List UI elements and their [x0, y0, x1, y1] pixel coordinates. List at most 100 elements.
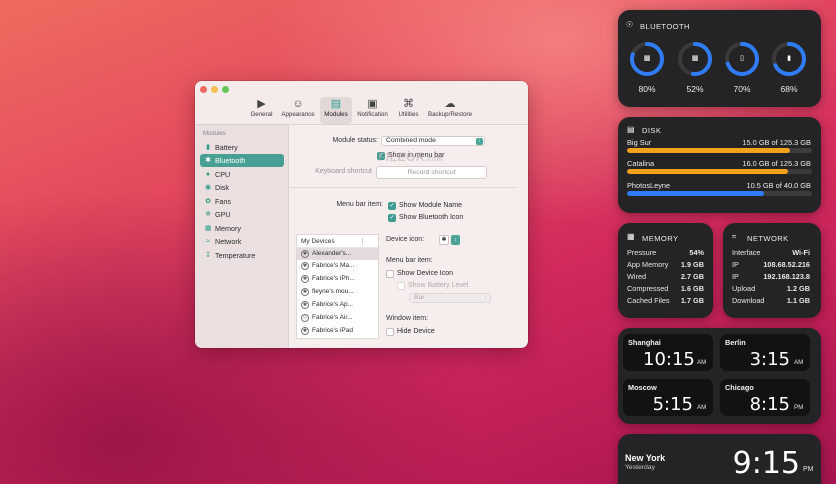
wifi-icon: ≈: [206, 238, 210, 245]
device-row[interactable]: ✱ Alexander's...: [297, 248, 378, 260]
clock-city: Berlin: [725, 338, 746, 347]
widget-title: DISK: [642, 126, 662, 135]
tab-notification[interactable]: ▣ Notification: [354, 97, 391, 124]
network-widget: ≈ NETWORK Interface Wi-Fi IP 108.68.52.2…: [723, 223, 821, 318]
module-settings: Module status: Combined mode ↕ ✓ Show in …: [290, 125, 528, 348]
menu-bar-item-label: Menu bar item:: [336, 201, 383, 208]
show-battery-level-checkbox[interactable]: Show Battery Level: [397, 281, 468, 291]
cloud-icon: ☁: [444, 98, 456, 110]
sidebar-item-network[interactable]: ≈ Network: [200, 235, 284, 248]
battery-percent: 80%: [638, 84, 656, 94]
network-value: 1.1 GB: [786, 296, 810, 305]
wifi-icon: ≈: [732, 232, 737, 241]
preferences-window: ▶ General ☺ Appearance ▤ Modules ▣ Notif…: [195, 81, 528, 348]
disk-usage: 10.5 GB of 40.0 GB: [746, 181, 811, 190]
device-icon-label: Device icon:: [386, 236, 425, 243]
sidebar-item-cpu[interactable]: ● CPU: [200, 168, 284, 181]
widget-title: BLUETOOTH: [640, 22, 690, 31]
disk-widget: ▤ DISK Big Sur 15.0 GB of 125.3 GB Catal…: [618, 117, 821, 213]
bluetooth-icon: ✱: [301, 275, 309, 283]
clock-city: Moscow: [628, 383, 657, 392]
disk-usage-bar: [627, 148, 812, 153]
show-device-icon-checkbox[interactable]: Show Device Icon: [386, 269, 453, 279]
device-row[interactable]: ✱ Fabrice's Ma...: [297, 260, 378, 272]
network-key: IP: [732, 272, 739, 281]
module-status-label: Module status:: [332, 137, 378, 144]
clock-cell: Moscow 5:15 AM: [623, 379, 713, 416]
tablet-icon: ▮: [787, 55, 791, 62]
sidebar-item-gpu[interactable]: ❄ GPU: [200, 208, 284, 221]
tab-general[interactable]: ▶ General: [248, 97, 275, 124]
keyboard-icon: ▩: [643, 55, 651, 62]
notification-icon: ▣: [367, 98, 378, 110]
sidebar-item-bluetooth[interactable]: ✱ Bluetooth: [200, 154, 284, 167]
clock-time: 10:15: [643, 349, 695, 370]
sidebar-item-fans[interactable]: ✿ Fans: [200, 195, 284, 208]
clock-ampm: AM: [697, 404, 707, 411]
device-row[interactable]: ✱ Fabrice's iPh...: [297, 273, 378, 285]
tab-modules[interactable]: ▤ Modules: [320, 97, 352, 124]
clock-ampm: PM: [794, 404, 804, 411]
bluetooth-widget: ☉ BLUETOOTH ▩ ▩ ▯ ▮ 80% 52% 70% 68%: [618, 10, 821, 107]
modules-icon: ▤: [330, 98, 342, 110]
bluetooth-icon: ✱: [205, 157, 211, 164]
titlebar: ▶ General ☺ Appearance ▤ Modules ▣ Notif…: [195, 81, 528, 125]
sidebar-item-disk[interactable]: ◉ Disk: [200, 181, 284, 194]
checkmark-icon: ✓: [388, 214, 396, 222]
keyboard-icon: ▩: [691, 55, 699, 62]
clock-cell: Shanghai 10:15 AM: [623, 334, 713, 371]
tab-utilities[interactable]: ⌘ Utilities: [395, 97, 422, 124]
sidebar-item-battery[interactable]: ▮ Battery: [200, 141, 284, 154]
tab-backup-restore[interactable]: ☁ Backup/Restore: [425, 97, 475, 124]
network-key: IP: [732, 260, 739, 269]
memory-value: 1.6 GB: [680, 284, 704, 293]
tab-appearance[interactable]: ☺ Appearance: [279, 97, 317, 124]
sidebar: Modules ▮ Battery ✱ Bluetooth ● CPU ◉ Disk ✿…: [195, 125, 289, 348]
clock-time: 9:15: [732, 446, 800, 481]
network-value: 1.2 GB: [786, 284, 810, 293]
sidebar-item-memory[interactable]: ▦ Memory: [200, 222, 284, 235]
widget-title: NETWORK: [747, 234, 789, 243]
hide-device-checkbox[interactable]: Hide Device: [386, 327, 435, 337]
phone-icon: ▯: [740, 55, 744, 62]
device-list-header: My Devices: [297, 235, 378, 248]
show-module-name-checkbox[interactable]: ✓ Show Module Name: [388, 201, 462, 211]
close-button[interactable]: [200, 86, 207, 93]
show-in-menu-bar-checkbox[interactable]: ✓ Show in menu bar: [377, 151, 444, 161]
cpu-icon: ●: [205, 171, 211, 178]
device-bluetooth-icon: ✱: [439, 235, 449, 245]
bluetooth-icon: ✱: [301, 288, 309, 296]
thermometer-icon: ↧: [205, 252, 211, 259]
device-row[interactable]: ✱ fleyne's mou...: [297, 286, 378, 298]
battery-style-select[interactable]: Bar ↕: [409, 293, 491, 303]
minimize-button[interactable]: [211, 86, 218, 93]
bluetooth-icon: ✱: [301, 301, 309, 309]
module-status-select[interactable]: Combined mode ↕: [381, 136, 485, 146]
device-menu-bar-item-label: Menu bar item:: [386, 257, 433, 264]
record-shortcut-field[interactable]: Record shortcut: [376, 166, 487, 179]
window-item-label: Window item:: [386, 315, 429, 322]
device-row[interactable]: ☉ Fabrice's Air...: [297, 312, 378, 324]
command-icon: ⌘: [403, 98, 414, 110]
show-bluetooth-icon-checkbox[interactable]: ✓ Show Bluetooth Icon: [388, 213, 463, 223]
zoom-button[interactable]: [222, 86, 229, 93]
sidebar-item-temperature[interactable]: ↧ Temperature: [200, 249, 284, 262]
chevron-updown-icon: ↕: [451, 235, 460, 245]
memory-widget: ▦ MEMORY Pressure 54% App Memory 1.9 GB …: [618, 223, 713, 318]
checkmark-icon: ✓: [388, 202, 396, 210]
clock-cell: Chicago 8:15 PM: [720, 379, 810, 416]
battery-percent: 70%: [733, 84, 751, 94]
clock-ampm: AM: [697, 359, 707, 366]
clock-day: Yesterday: [625, 464, 655, 471]
device-row[interactable]: ✱ Fabrice's iPad: [297, 325, 378, 337]
memory-chip-icon: ▦: [627, 232, 635, 241]
widget-title: MEMORY: [642, 234, 679, 243]
disk-usage: 16.0 GB of 125.3 GB: [742, 159, 811, 168]
gpu-icon: ❄: [205, 211, 211, 218]
big-clock-widget: New York Yesterday 9:15 PM: [618, 434, 821, 484]
device-row[interactable]: ✱ Fabrice's Ap...: [297, 299, 378, 311]
battery-percent: 68%: [780, 84, 798, 94]
memory-value: 1.7 GB: [680, 296, 704, 305]
chevron-updown-icon: ↕: [484, 295, 487, 301]
clock-time: 8:15: [749, 394, 790, 415]
